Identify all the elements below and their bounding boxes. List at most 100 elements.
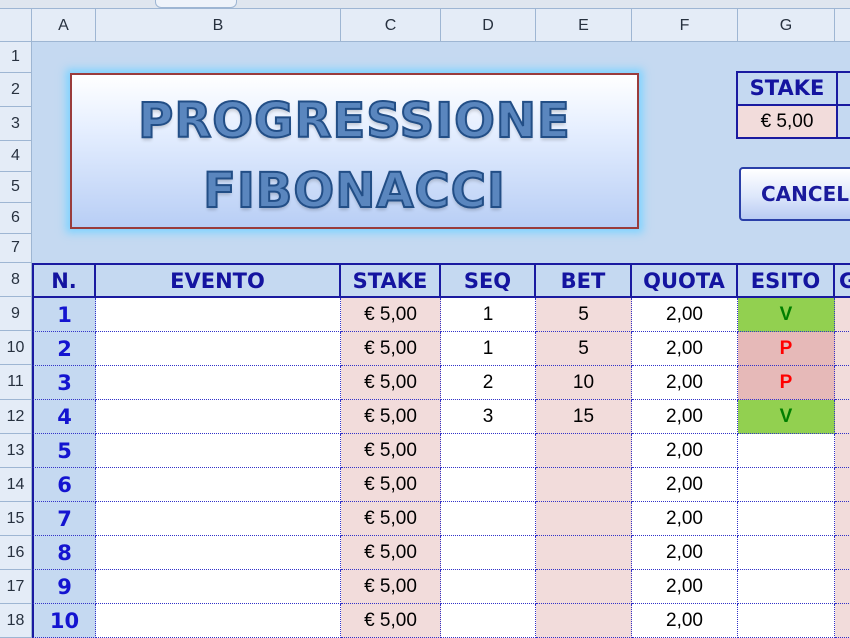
cancel-button[interactable]: CANCELL: [739, 167, 850, 221]
row-header-8[interactable]: 8: [0, 263, 32, 297]
row-header-1[interactable]: 1: [0, 42, 32, 73]
cell-evento[interactable]: [96, 570, 341, 604]
row-header-10[interactable]: 10: [0, 331, 32, 365]
cell-stake[interactable]: € 5,00: [341, 604, 441, 638]
cell-seq[interactable]: 1: [441, 332, 536, 366]
cell-esito[interactable]: V: [738, 298, 835, 332]
cell-n[interactable]: 10: [32, 604, 96, 638]
cell-stake[interactable]: € 5,00: [341, 400, 441, 434]
cell-evento[interactable]: [96, 366, 341, 400]
row-header-12[interactable]: 12: [0, 400, 32, 434]
column-header-a[interactable]: A: [32, 9, 96, 42]
cell-stake[interactable]: € 5,00: [341, 332, 441, 366]
cell-evento[interactable]: [96, 298, 341, 332]
cell-bet[interactable]: 15: [536, 400, 632, 434]
column-header-c[interactable]: C: [341, 9, 441, 42]
cell-bet[interactable]: [536, 434, 632, 468]
cell-stake[interactable]: € 5,00: [341, 502, 441, 536]
cell-stake[interactable]: € 5,00: [341, 366, 441, 400]
cell-evento[interactable]: [96, 332, 341, 366]
column-header-d[interactable]: D: [441, 9, 536, 42]
cell-quota[interactable]: 2,00: [632, 434, 738, 468]
cell-g-partial[interactable]: [835, 570, 850, 604]
cell-esito[interactable]: [738, 536, 835, 570]
select-all-corner[interactable]: [0, 9, 32, 42]
cell-esito[interactable]: [738, 570, 835, 604]
row-header-18[interactable]: 18: [0, 604, 32, 638]
cell-seq[interactable]: [441, 502, 536, 536]
cell-seq[interactable]: [441, 536, 536, 570]
cell-bet[interactable]: [536, 570, 632, 604]
cell-stake[interactable]: € 5,00: [341, 298, 441, 332]
cell-seq[interactable]: [441, 434, 536, 468]
cell-bet[interactable]: 5: [536, 332, 632, 366]
cell-quota[interactable]: 2,00: [632, 502, 738, 536]
cell-quota[interactable]: 2,00: [632, 604, 738, 638]
row-header-6[interactable]: 6: [0, 203, 32, 234]
cell-g-partial[interactable]: [835, 434, 850, 468]
cell-quota[interactable]: 2,00: [632, 536, 738, 570]
cell-bet[interactable]: 5: [536, 298, 632, 332]
column-header-h-partial[interactable]: [835, 9, 850, 42]
cell-esito[interactable]: [738, 502, 835, 536]
cell-bet[interactable]: [536, 468, 632, 502]
row-header-16[interactable]: 16: [0, 536, 32, 570]
cell-g-partial[interactable]: [835, 536, 850, 570]
sheet-tab[interactable]: [155, 0, 237, 8]
cell-g-partial[interactable]: [835, 468, 850, 502]
cell-evento[interactable]: [96, 400, 341, 434]
cell-stake[interactable]: € 5,00: [341, 570, 441, 604]
cell-esito[interactable]: P: [738, 366, 835, 400]
cell-seq[interactable]: [441, 570, 536, 604]
row-header-2[interactable]: 2: [0, 73, 32, 107]
cell-quota[interactable]: 2,00: [632, 468, 738, 502]
cell-g-partial[interactable]: [835, 604, 850, 638]
cell-n[interactable]: 9: [32, 570, 96, 604]
cell-n[interactable]: 5: [32, 434, 96, 468]
cell-quota[interactable]: 2,00: [632, 570, 738, 604]
cell-stake[interactable]: € 5,00: [341, 434, 441, 468]
cell-evento[interactable]: [96, 536, 341, 570]
cell-g-partial[interactable]: [835, 366, 850, 400]
row-header-4[interactable]: 4: [0, 141, 32, 172]
row-header-13[interactable]: 13: [0, 434, 32, 468]
cell-n[interactable]: 1: [32, 298, 96, 332]
cell-esito[interactable]: [738, 468, 835, 502]
cell-g-partial[interactable]: [835, 502, 850, 536]
cell-seq[interactable]: 1: [441, 298, 536, 332]
cell-bet[interactable]: 10: [536, 366, 632, 400]
column-header-g[interactable]: G: [738, 9, 835, 42]
row-header-15[interactable]: 15: [0, 502, 32, 536]
cell-n[interactable]: 6: [32, 468, 96, 502]
cell-seq[interactable]: [441, 604, 536, 638]
cell-esito[interactable]: [738, 434, 835, 468]
cell-stake[interactable]: € 5,00: [341, 536, 441, 570]
cell-g-partial[interactable]: [835, 400, 850, 434]
row-header-7[interactable]: 7: [0, 234, 32, 263]
cell-stake[interactable]: € 5,00: [341, 468, 441, 502]
row-header-5[interactable]: 5: [0, 172, 32, 203]
column-header-f[interactable]: F: [632, 9, 738, 42]
cell-esito[interactable]: V: [738, 400, 835, 434]
row-header-14[interactable]: 14: [0, 468, 32, 502]
cell-evento[interactable]: [96, 468, 341, 502]
row-header-9[interactable]: 9: [0, 297, 32, 331]
stake-box-value[interactable]: € 5,00: [736, 104, 838, 139]
cell-n[interactable]: 2: [32, 332, 96, 366]
cell-n[interactable]: 8: [32, 536, 96, 570]
cell-evento[interactable]: [96, 604, 341, 638]
row-header-3[interactable]: 3: [0, 107, 32, 141]
cell-n[interactable]: 3: [32, 366, 96, 400]
cell-quota[interactable]: 2,00: [632, 400, 738, 434]
cell-n[interactable]: 7: [32, 502, 96, 536]
cell-quota[interactable]: 2,00: [632, 366, 738, 400]
cell-seq[interactable]: [441, 468, 536, 502]
row-header-11[interactable]: 11: [0, 365, 32, 400]
cell-seq[interactable]: 2: [441, 366, 536, 400]
cell-evento[interactable]: [96, 434, 341, 468]
cell-quota[interactable]: 2,00: [632, 332, 738, 366]
cell-quota[interactable]: 2,00: [632, 298, 738, 332]
cell-bet[interactable]: [536, 536, 632, 570]
cell-seq[interactable]: 3: [441, 400, 536, 434]
cell-n[interactable]: 4: [32, 400, 96, 434]
